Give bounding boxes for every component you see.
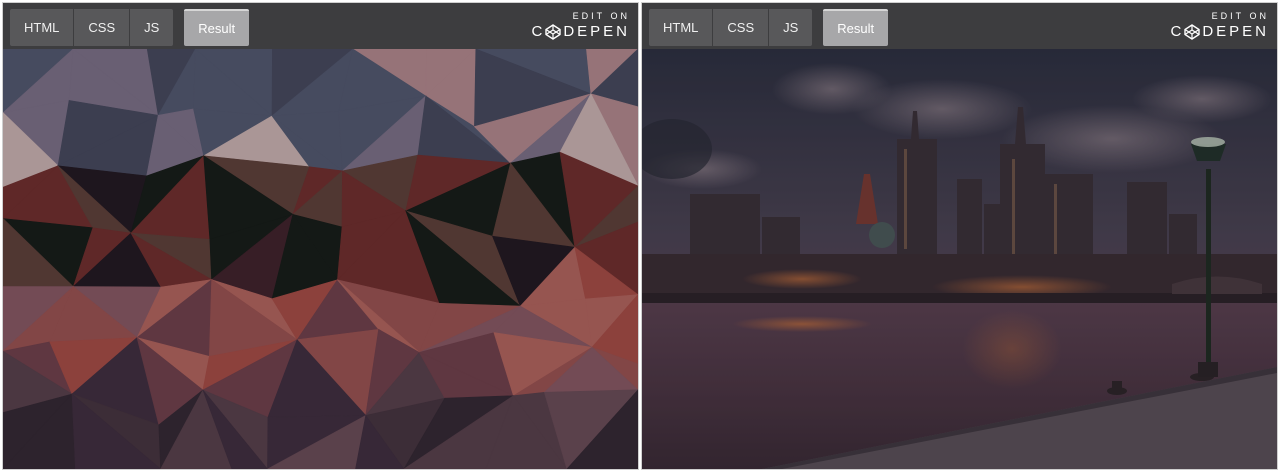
edit-on-codepen-link[interactable]: EDIT ON C DEPEN [1170,11,1269,42]
tab-result[interactable]: Result [823,9,889,46]
codepen-wordmark: C DEPEN [531,22,630,42]
codepen-wordmark-rest: DEPEN [1202,23,1269,40]
tab-html[interactable]: HTML [10,9,75,46]
codepen-logo-icon [1184,24,1201,40]
tab-result[interactable]: Result [184,9,250,46]
edit-on-codepen-link[interactable]: EDIT ON C DEPEN [531,11,630,42]
tab-css[interactable]: CSS [713,9,770,46]
embed-tabs: HTML CSS JS Result [649,9,889,46]
city-skyline-photo [642,49,1277,469]
codepen-wordmark-c: C [1170,23,1185,40]
codepen-wordmark: C DEPEN [1170,22,1269,42]
embed-toolbar: HTML CSS JS Result EDIT ON C DEPEN [3,3,638,49]
codepen-wordmark-c: C [531,23,546,40]
result-preview-city-photo [642,49,1277,469]
tab-js[interactable]: JS [130,9,174,46]
embed-toolbar: HTML CSS JS Result EDIT ON C DEPEN [642,3,1277,49]
tab-css[interactable]: CSS [74,9,131,46]
tab-js[interactable]: JS [769,9,813,46]
result-preview-lowpoly [3,49,638,469]
codepen-embed-right: HTML CSS JS Result EDIT ON C DEPEN [641,2,1278,470]
codepen-logo-icon [545,24,562,40]
tab-html[interactable]: HTML [649,9,714,46]
edit-on-label: EDIT ON [572,11,630,21]
edit-on-label: EDIT ON [1211,11,1269,21]
lowpoly-artwork [3,49,638,469]
codepen-wordmark-rest: DEPEN [563,23,630,40]
codepen-embed-left: HTML CSS JS Result EDIT ON C DEPEN [2,2,639,470]
embed-tabs: HTML CSS JS Result [10,9,250,46]
